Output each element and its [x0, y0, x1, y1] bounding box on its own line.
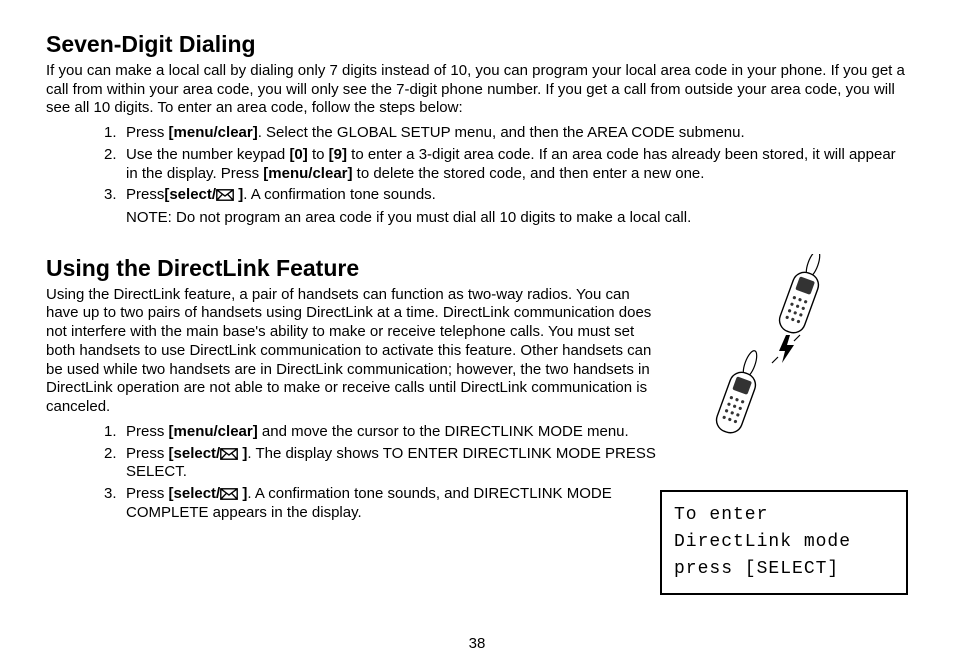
key-label: [9]: [329, 146, 347, 163]
key-label: [menu/clear]: [263, 165, 352, 182]
intro-directlink: Using the DirectLink feature, a pair of …: [46, 286, 696, 417]
heading-seven-digit: Seven-Digit Dialing: [46, 30, 908, 59]
key-label: [menu/clear]: [169, 423, 258, 440]
step-item: Press [menu/clear] and move the cursor t…: [104, 423, 686, 442]
steps-seven-digit: Press [menu/clear]. Select the GLOBAL SE…: [46, 124, 908, 228]
lcd-line: To enter: [674, 502, 894, 529]
key-label: [0]: [289, 146, 307, 163]
steps-directlink: Press [menu/clear] and move the cursor t…: [46, 423, 686, 523]
select-key-label: [select/ ]: [169, 485, 248, 502]
select-key-label: [select/ ]: [169, 445, 248, 462]
step-note: NOTE: Do not program an area code if you…: [126, 209, 908, 228]
page-number: 38: [0, 635, 954, 654]
key-label: [menu/clear]: [169, 124, 258, 141]
illustration-column: [668, 254, 908, 482]
step-item: Press [menu/clear]. Select the GLOBAL SE…: [104, 124, 908, 143]
envelope-icon: [220, 488, 238, 500]
lcd-line: DirectLink mode: [674, 529, 894, 556]
step-item: Use the number keypad [0] to [9] to ente…: [104, 146, 908, 184]
step-item: Press [select/ ]. The display shows TO E…: [104, 445, 686, 483]
signal-icon: [772, 335, 800, 363]
lcd-line: press [SELECT]: [674, 556, 894, 583]
select-key-label: [select/ ]: [164, 186, 243, 203]
envelope-icon: [216, 189, 234, 201]
envelope-icon: [220, 448, 238, 460]
intro-seven-digit: If you can make a local call by dialing …: [46, 62, 908, 118]
step-item: Press[select/ ]. A confirmation tone sou…: [104, 186, 908, 228]
handsets-illustration: [708, 254, 868, 474]
step-item: Press [select/ ]. A confirmation tone so…: [104, 485, 686, 523]
lcd-display-box: To enter DirectLink mode press [SELECT]: [660, 490, 908, 595]
